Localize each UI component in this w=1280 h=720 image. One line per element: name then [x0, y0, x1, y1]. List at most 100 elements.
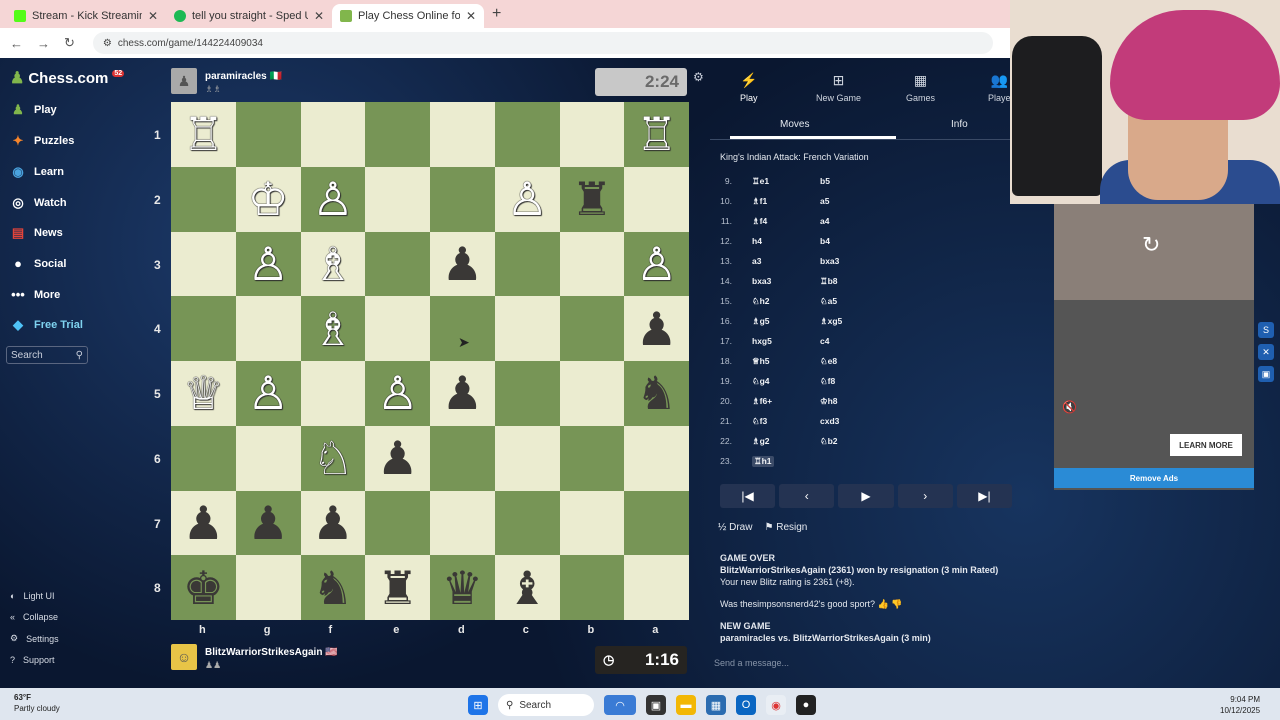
board-square[interactable]	[494, 425, 560, 491]
sidebar-item-puzzles[interactable]: ✦ Puzzles	[10, 133, 75, 149]
white-move[interactable]: ♗f6+	[752, 396, 772, 407]
board-square[interactable]	[430, 296, 495, 361]
board-square[interactable]: ♞	[300, 555, 366, 620]
black-move[interactable]: ♖b8	[820, 276, 838, 287]
store-icon[interactable]: ▦	[706, 695, 726, 715]
board-square[interactable]	[624, 425, 689, 491]
black-move[interactable]: ♘e8	[820, 356, 837, 367]
white-move[interactable]: ♗g2	[752, 436, 770, 447]
subtab-info[interactable]: Info	[951, 119, 968, 130]
board-square[interactable]: ♞	[624, 361, 689, 426]
chrome-icon[interactable]: ◉	[766, 695, 786, 715]
board-square[interactable]	[430, 102, 495, 167]
site-info-icon[interactable]: ⚙	[103, 38, 112, 49]
board-square[interactable]	[235, 555, 301, 620]
resign-button[interactable]: ⚑ Resign	[764, 522, 807, 533]
board-square[interactable]	[559, 231, 625, 297]
white-move[interactable]: ♗g5	[752, 316, 770, 327]
forward-icon[interactable]: →	[37, 36, 50, 51]
light-ui-toggle[interactable]: ◐ Light UI	[10, 591, 54, 601]
board-square[interactable]	[171, 166, 236, 232]
black-pawn-piece[interactable]: ♟	[183, 500, 224, 546]
collapse-button[interactable]: « Collapse	[10, 612, 58, 622]
sidebar-item-social[interactable]: ● Social	[10, 256, 66, 271]
white-move[interactable]: ♘f3	[752, 416, 767, 427]
white-move[interactable]: h4	[752, 236, 762, 246]
board-square[interactable]	[430, 490, 495, 556]
white-move[interactable]: a3	[752, 256, 761, 266]
board-square[interactable]: ♙	[235, 231, 301, 297]
board-square[interactable]	[171, 425, 236, 491]
board-square[interactable]: ♗	[300, 296, 366, 361]
close-icon[interactable]: ✕	[148, 9, 158, 23]
black-knight-piece[interactable]: ♞	[312, 565, 353, 611]
board-square[interactable]	[559, 490, 625, 556]
board-square[interactable]	[365, 490, 430, 556]
black-move[interactable]: ♘b2	[820, 436, 838, 447]
white-pawn-piece[interactable]: ♙	[248, 241, 289, 287]
board-square[interactable]: ♛	[430, 555, 495, 620]
board-square[interactable]	[171, 231, 236, 297]
board-square[interactable]	[365, 166, 430, 232]
black-queen-piece[interactable]: ♛	[442, 565, 483, 611]
board-square[interactable]: ♙	[300, 166, 366, 232]
white-pawn-piece[interactable]: ♙	[377, 370, 418, 416]
windows-start-icon[interactable]: ⊞	[468, 695, 488, 715]
mute-icon[interactable]: 🔇	[1062, 400, 1077, 414]
sidebar-item-watch[interactable]: ◎ Watch	[10, 195, 66, 211]
white-queen-piece[interactable]: ♕	[183, 370, 224, 416]
black-move[interactable]: bxa3	[820, 256, 839, 266]
board-square[interactable]: ♔	[235, 166, 301, 232]
board-square[interactable]: ♟	[430, 361, 495, 426]
white-move[interactable]: hxg5	[752, 336, 772, 346]
board-square[interactable]: ♜	[559, 166, 625, 232]
board-square[interactable]: ♟	[365, 425, 430, 491]
board-square[interactable]	[559, 425, 625, 491]
chat-input[interactable]: Send a message...	[714, 658, 789, 668]
white-pawn-piece[interactable]: ♙	[312, 176, 353, 222]
board-square[interactable]	[235, 102, 301, 167]
extension-icon[interactable]: ▣	[1258, 366, 1274, 382]
black-move[interactable]: a5	[820, 196, 829, 206]
board-square[interactable]	[300, 361, 366, 426]
avatar[interactable]: ♟	[171, 68, 197, 94]
white-rook-piece[interactable]: ♖	[636, 111, 677, 157]
tab-new-game[interactable]: ⊞ New Game	[816, 72, 861, 103]
black-move[interactable]: ♘f8	[820, 376, 835, 387]
black-rook-piece[interactable]: ♜	[571, 176, 612, 222]
board-square[interactable]: ♙	[624, 231, 689, 297]
white-move[interactable]: ♕h5	[752, 356, 770, 367]
white-pawn-piece[interactable]: ♙	[507, 176, 548, 222]
board-square[interactable]	[365, 102, 430, 167]
black-move[interactable]: ♔h8	[820, 396, 838, 407]
sidebar-item-free-trial[interactable]: ◆ Free Trial	[10, 317, 83, 333]
board-square[interactable]: ♙	[494, 166, 560, 232]
white-move[interactable]: ♗f4	[752, 216, 767, 227]
browser-tab-chess[interactable]: Play Chess Online for FREE ✕	[332, 4, 484, 28]
bottom-player-name[interactable]: BlitzWarriorStrikesAgain 🇺🇸	[205, 647, 338, 658]
sidebar-item-more[interactable]: ••• More	[10, 287, 60, 302]
board-square[interactable]	[559, 555, 625, 620]
reload-icon[interactable]: ↻	[64, 35, 75, 51]
file-explorer-icon[interactable]: ▬	[676, 695, 696, 715]
board-square[interactable]	[235, 425, 301, 491]
board-square[interactable]: ♟	[300, 490, 366, 556]
board-square[interactable]	[430, 166, 495, 232]
taskbar-search[interactable]: ⚲ Search	[498, 694, 594, 716]
board-square[interactable]	[494, 231, 560, 297]
white-move[interactable]: ♖e1	[752, 176, 769, 187]
black-move[interactable]: ♘a5	[820, 296, 837, 307]
board-square[interactable]	[235, 296, 301, 361]
board-square[interactable]	[494, 296, 560, 361]
black-move[interactable]: b4	[820, 236, 830, 246]
last-move-button[interactable]: ▶|	[956, 484, 1013, 508]
play-button[interactable]: ▶	[838, 484, 894, 508]
url-field[interactable]: ⚙ chess.com/game/144224409034	[92, 32, 993, 54]
white-move[interactable]: ♗f1	[752, 196, 767, 207]
chess-logo[interactable]: ♟ Chess.com 52	[10, 68, 125, 88]
thumbs-down-icon[interactable]: 👎	[891, 599, 902, 609]
black-knight-piece[interactable]: ♞	[636, 370, 677, 416]
black-move[interactable]: b5	[820, 176, 830, 186]
weather-widget[interactable]: 63°F Partly cloudy	[14, 692, 60, 714]
replay-icon[interactable]: ↻	[1142, 232, 1160, 258]
